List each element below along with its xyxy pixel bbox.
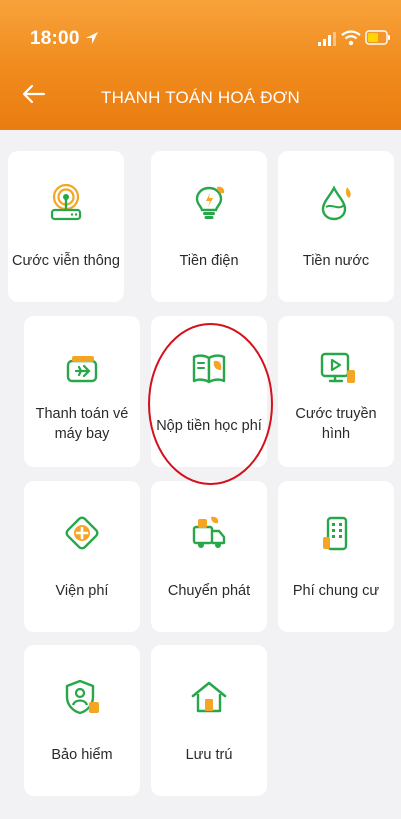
tile-label: Tiền nước: [302, 253, 370, 269]
tile-telecom[interactable]: Cước viễn thông: [8, 151, 124, 302]
wifi-icon: [341, 30, 361, 46]
tile-label: Lưu trú: [185, 747, 233, 763]
battery-icon: [365, 30, 390, 45]
insurance-shield-icon: [65, 679, 99, 715]
tile-delivery[interactable]: Chuyển phát: [151, 481, 267, 632]
lightbulb-icon: [195, 186, 225, 219]
building-icon: [323, 516, 348, 551]
tv-icon: [320, 352, 355, 383]
tile-apartment-fee[interactable]: Phí chung cư: [278, 481, 394, 632]
delivery-truck-icon: [192, 516, 226, 548]
tile-label: Phí chung cư: [292, 583, 380, 599]
router-icon: [50, 183, 82, 221]
tile-label: Thanh toán vé máy bay: [35, 406, 129, 442]
tile-electricity[interactable]: Tiền điện: [151, 151, 267, 302]
location-arrow-icon: [86, 32, 98, 44]
book-icon: [192, 354, 226, 384]
tile-label: Chuyển phát: [167, 583, 251, 599]
plane-ticket-icon: [66, 356, 98, 383]
page-title: THANH TOÁN HOÁ ĐƠN: [101, 88, 300, 107]
tile-insurance[interactable]: Bảo hiểm: [24, 645, 140, 796]
tile-accommodation[interactable]: Lưu trú: [151, 645, 267, 796]
tile-label: Bảo hiểm: [51, 747, 113, 763]
tile-tuition[interactable]: Nộp tiền học phí: [151, 316, 267, 467]
water-drop-icon: [321, 185, 351, 221]
tile-label: Cước truyền hình: [295, 406, 377, 442]
app-header: 18:00 THANH TOÁN HOÁ ĐƠN: [0, 0, 401, 130]
tile-water[interactable]: Tiền nước: [278, 151, 394, 302]
tile-tv-bill[interactable]: Cước truyền hình: [278, 316, 394, 467]
tile-label: Tiền điện: [179, 253, 239, 269]
tile-label: Cước viễn thông: [12, 253, 120, 269]
status-bar: 18:00: [0, 0, 401, 62]
tile-hospital-fee[interactable]: Viện phí: [24, 481, 140, 632]
tile-label: Viện phí: [55, 583, 109, 599]
status-time: 18:00: [30, 28, 80, 49]
hospital-cross-icon: [65, 516, 99, 550]
tile-flight-ticket[interactable]: Thanh toán vé máy bay: [24, 316, 140, 467]
signal-icon: [318, 32, 336, 46]
house-icon: [191, 681, 227, 713]
tile-label: Nộp tiền học phí: [156, 418, 262, 434]
